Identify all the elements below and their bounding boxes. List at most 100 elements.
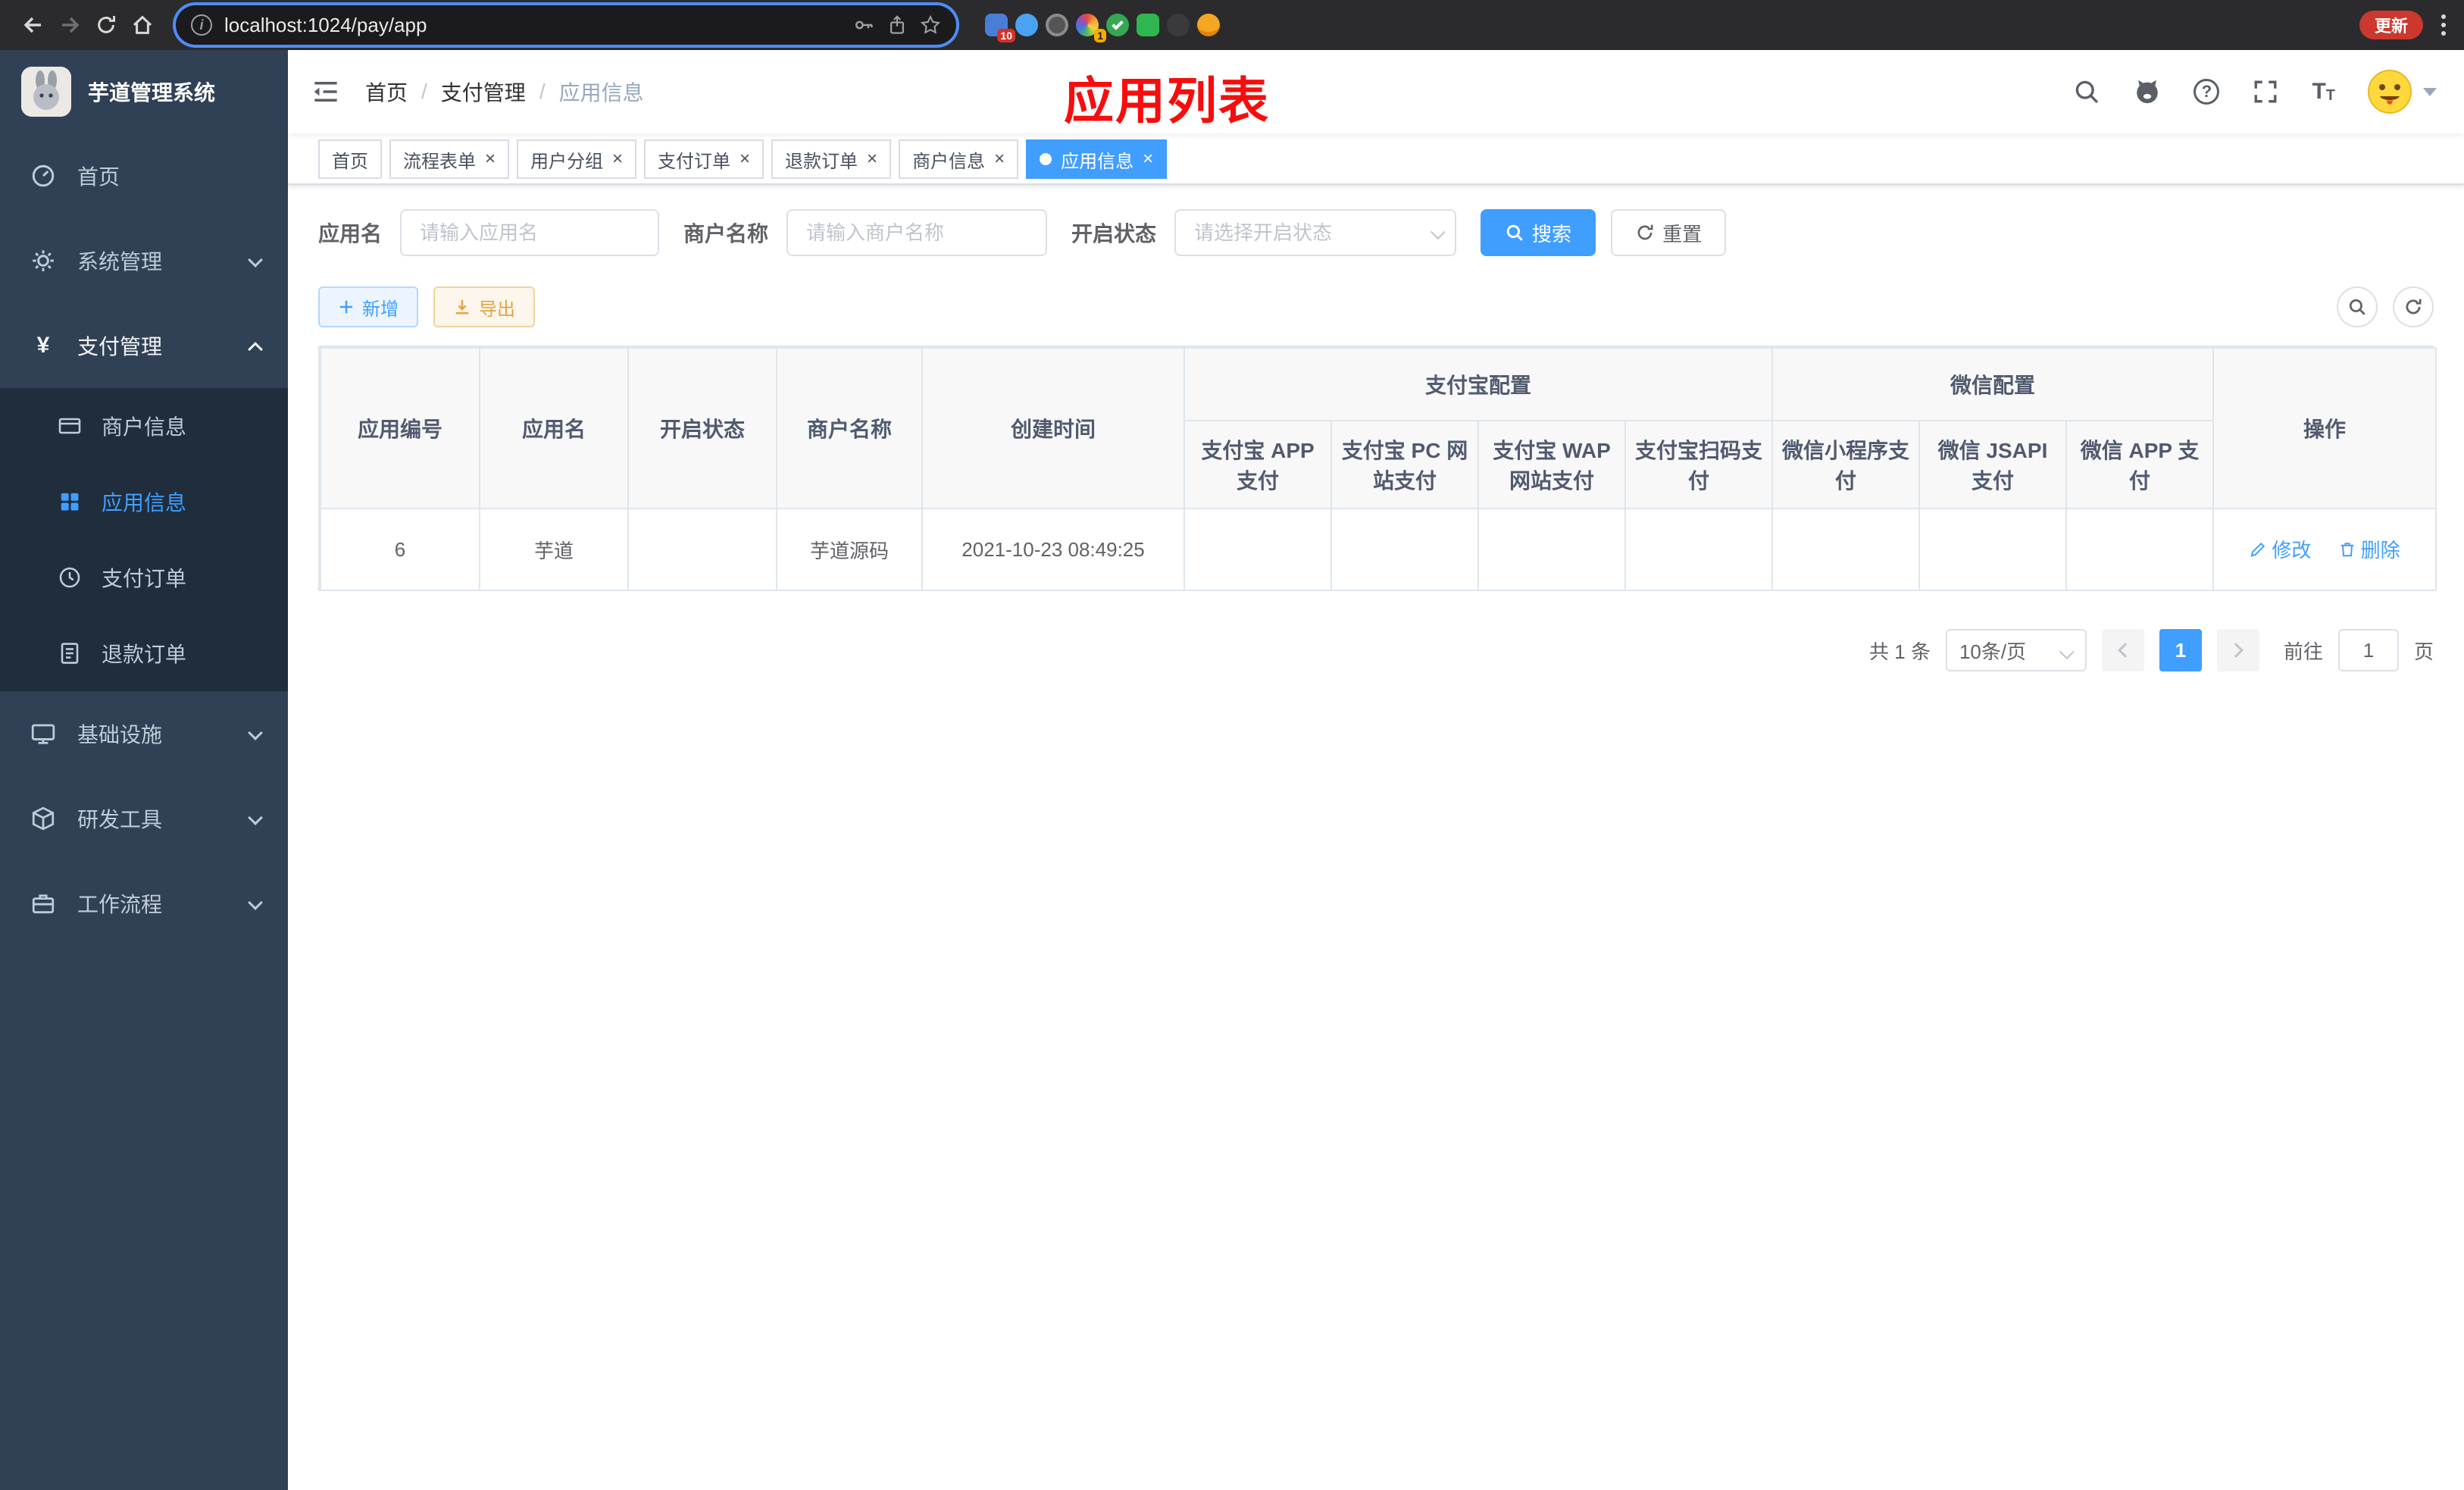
group-wechat-config: 微信配置 [1771, 347, 2215, 421]
share-icon[interactable] [886, 14, 908, 36]
url-text: localhost:1024/pay/app [224, 13, 427, 36]
sidebar-item-payment-orders[interactable]: 支付订单 [0, 540, 288, 615]
status-select[interactable] [1174, 209, 1457, 256]
bookmark-star-icon[interactable] [920, 14, 941, 36]
tag-app-info[interactable]: 应用信息 × [1026, 139, 1168, 179]
page-size-select[interactable]: 10条/页 [1945, 629, 2087, 671]
password-key-icon[interactable] [853, 14, 874, 36]
sidebar-item-refund-orders[interactable]: 退款订单 [0, 615, 288, 691]
avatar [2367, 69, 2412, 114]
breadcrumb-home[interactable]: 首页 [365, 77, 408, 107]
merchant-name-input[interactable] [786, 209, 1048, 256]
extension-dark-icon[interactable] [1044, 12, 1070, 38]
extension-chat-icon[interactable] [1135, 12, 1161, 38]
address-bar[interactable]: i localhost:1024/pay/app [176, 5, 956, 45]
github-icon[interactable] [2133, 77, 2162, 106]
close-icon[interactable]: × [612, 150, 623, 168]
merchant-name-label: 商户名称 [683, 222, 769, 246]
gear-icon [30, 248, 56, 274]
breadcrumb-payment[interactable]: 支付管理 [441, 77, 526, 107]
font-size-icon[interactable]: TT [2312, 79, 2335, 105]
prev-page-button[interactable] [2101, 629, 2144, 671]
app-table: 应用编号 应用名 开启状态 商户名称 创建时间 支付宝配置 微信配置 操作 支付… [318, 346, 2437, 591]
close-icon[interactable]: × [740, 150, 750, 168]
tag-merchant-info[interactable]: 商户信息 × [899, 139, 1019, 179]
extension-colorwheel-icon[interactable]: 1 [1074, 12, 1106, 42]
pagination-total: 共 1 条 [1869, 640, 1931, 663]
close-icon[interactable]: × [1143, 150, 1153, 168]
back-icon[interactable] [15, 7, 52, 43]
goto-page-input[interactable] [2337, 629, 2399, 671]
sidebar-item-payment[interactable]: ¥ 支付管理 [0, 303, 288, 388]
edit-link[interactable]: 修改 [2249, 535, 2311, 563]
tag-refund-orders[interactable]: 退款订单 × [771, 139, 892, 179]
app-name-input[interactable] [400, 209, 660, 256]
browser-menu-icon[interactable] [2441, 14, 2446, 36]
sidebar-item-merchant-info[interactable]: 商户信息 [0, 388, 288, 464]
cell-app-name: 芋道 [479, 508, 629, 591]
sidebar-item-system[interactable]: 系统管理 [0, 218, 288, 303]
fullscreen-icon[interactable] [2251, 77, 2280, 106]
sidebar-item-home[interactable]: 首页 [0, 133, 288, 218]
breadcrumb: 首页 / 支付管理 / 应用信息 [365, 77, 644, 107]
forward-icon[interactable] [52, 7, 88, 43]
sidebar-item-label: 商户信息 [102, 415, 187, 439]
col-alipay-wap: 支付宝 WAP 网站支付 [1477, 420, 1626, 509]
site-info-icon[interactable]: i [191, 14, 212, 36]
add-button[interactable]: 新增 [318, 286, 418, 327]
tag-home[interactable]: 首页 [318, 139, 382, 179]
extension-check-icon[interactable] [1105, 12, 1130, 38]
extension-face-icon[interactable] [1196, 12, 1221, 38]
search-button[interactable]: 搜索 [1481, 209, 1596, 256]
sidebar-item-label: 应用信息 [102, 491, 187, 515]
col-wechat-app: 微信 APP 支付 [2065, 420, 2215, 509]
close-icon[interactable]: × [485, 150, 496, 168]
close-icon[interactable]: × [994, 150, 1005, 168]
toggle-search-button[interactable] [2337, 286, 2378, 327]
refresh-table-button[interactable] [2393, 286, 2434, 327]
col-alipay-qr: 支付宝扫码支付 [1624, 420, 1774, 509]
sidebar-item-workflow[interactable]: 工作流程 [0, 861, 288, 946]
close-icon[interactable]: × [867, 150, 877, 168]
next-page-button[interactable] [2216, 629, 2259, 671]
extension-pinwheel-icon[interactable] [1165, 12, 1191, 38]
grid-icon [58, 490, 82, 514]
tag-process-form[interactable]: 流程表单 × [389, 139, 510, 179]
sidebar-fold-icon[interactable] [311, 77, 341, 107]
dashboard-icon [30, 163, 56, 189]
table-row: 6 芋道 芋道源码 2021-10-23 08:49:25 修改 删除 [320, 508, 2437, 591]
sidebar-item-infrastructure[interactable]: 基础设施 [0, 691, 288, 776]
delete-link[interactable]: 删除 [2338, 535, 2400, 563]
status-label: 开启状态 [1071, 222, 1157, 246]
col-app-id: 应用编号 [320, 347, 480, 509]
home-icon[interactable] [124, 7, 161, 43]
tag-user-group[interactable]: 用户分组 × [517, 139, 637, 179]
browser-toolbar: i localhost:1024/pay/app 10 1 更新 [0, 0, 2464, 50]
sidebar-item-label: 退款订单 [102, 643, 187, 666]
user-menu[interactable] [2367, 69, 2437, 114]
sidebar-item-dev-tools[interactable]: 研发工具 [0, 776, 288, 861]
page-number-button[interactable]: 1 [2159, 629, 2202, 671]
main-area: 首页 / 支付管理 / 应用信息 应用列表 ? T T 首页 流程表单 × 用户… [288, 50, 2464, 1490]
breadcrumb-current: 应用信息 [558, 81, 644, 105]
chrome-update-button[interactable]: 更新 [2359, 11, 2423, 39]
sidebar-item-app-info[interactable]: 应用信息 [0, 464, 288, 540]
document-icon [58, 641, 82, 665]
extensions-bar: 10 1 [983, 12, 1221, 42]
export-button[interactable]: 导出 [433, 286, 535, 327]
sidebar: 芋道管理系统 首页 系统管理 ¥ 支付管理 商户信息 应用信息 支付订单 退款订… [0, 50, 288, 1490]
col-app-name: 应用名 [479, 347, 629, 509]
sidebar-item-label: 支付管理 [77, 335, 163, 358]
clock-icon [58, 565, 82, 590]
briefcase-icon [30, 891, 56, 916]
reload-icon[interactable] [88, 7, 124, 43]
reset-button[interactable]: 重置 [1611, 209, 1727, 256]
page-title-annotation: 应用列表 [1064, 73, 1270, 129]
extension-pinned-icon[interactable]: 10 [983, 12, 1015, 42]
chevron-down-icon [2059, 644, 2075, 660]
tag-payment-orders[interactable]: 支付订单 × [644, 139, 765, 179]
extension-drop-icon[interactable] [1014, 12, 1040, 38]
header-search-icon[interactable] [2072, 77, 2101, 106]
monitor-icon [30, 721, 56, 747]
help-icon[interactable]: ? [2194, 79, 2220, 105]
